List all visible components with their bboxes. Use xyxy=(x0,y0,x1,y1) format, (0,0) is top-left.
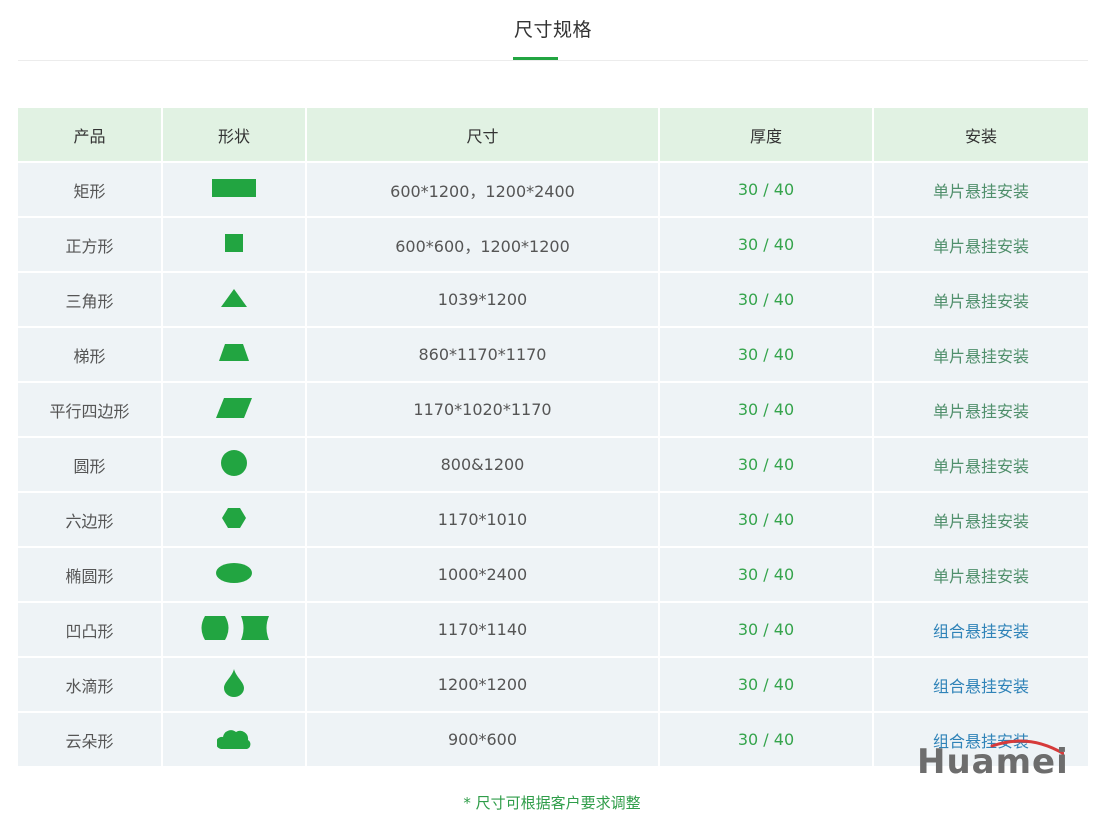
product-name: 矩形 xyxy=(18,162,163,218)
size-value: 1039*1200 xyxy=(306,272,660,328)
install-method: 单片悬挂安装 xyxy=(873,217,1088,273)
shape-cell xyxy=(162,602,307,658)
square-icon xyxy=(225,233,243,252)
install-method: 组合悬挂安装 xyxy=(873,712,1088,766)
page-title: 尺寸规格 xyxy=(513,19,592,41)
thickness-value: 30 / 40 xyxy=(659,492,874,548)
table-row: 梯形 860*1170*1170 30 / 40 单片悬挂安装 xyxy=(18,327,1088,383)
product-name: 水滴形 xyxy=(18,657,163,713)
product-name: 梯形 xyxy=(18,327,163,383)
size-value: 600*1200，1200*2400 xyxy=(306,162,660,218)
shape-cell xyxy=(162,272,307,328)
table-row: 三角形 1039*1200 30 / 40 单片悬挂安装 xyxy=(18,272,1088,328)
install-method: 组合悬挂安装 xyxy=(873,602,1088,658)
thickness-value: 30 / 40 xyxy=(659,602,874,658)
size-value: 1000*2400 xyxy=(306,547,660,603)
header-thickness: 厚度 xyxy=(659,108,874,163)
product-name: 六边形 xyxy=(18,492,163,548)
water-drop-icon xyxy=(224,668,244,697)
product-name: 圆形 xyxy=(18,437,163,493)
header-product: 产品 xyxy=(18,108,163,163)
shape-cell xyxy=(162,217,307,273)
table-row: 水滴形 1200*1200 30 / 40 组合悬挂安装 xyxy=(18,657,1088,713)
product-name: 三角形 xyxy=(18,272,163,328)
table-row: 椭圆形 1000*2400 30 / 40 单片悬挂安装 xyxy=(18,547,1088,603)
title-underline xyxy=(513,57,558,60)
size-value: 1200*1200 xyxy=(306,657,660,713)
concave-icon xyxy=(240,615,269,640)
parallelogram-icon xyxy=(216,397,252,418)
table-row: 正方形 600*600，1200*1200 30 / 40 单片悬挂安装 xyxy=(18,217,1088,273)
thickness-value: 30 / 40 xyxy=(659,327,874,383)
table-row: 矩形 600*1200，1200*2400 30 / 40 单片悬挂安装 xyxy=(18,162,1088,218)
ellipse-icon xyxy=(216,562,252,583)
install-method: 单片悬挂安装 xyxy=(873,272,1088,328)
size-value: 860*1170*1170 xyxy=(306,327,660,383)
thickness-value: 30 / 40 xyxy=(659,657,874,713)
shape-cell xyxy=(162,712,307,766)
install-method: 单片悬挂安装 xyxy=(873,492,1088,548)
table-row: 凹凸形 1170*1140 30 / 40 组合悬挂安装 xyxy=(18,602,1088,658)
thickness-value: 30 / 40 xyxy=(659,547,874,603)
header-shape: 形状 xyxy=(162,108,307,163)
size-spec-page: 尺寸规格 产品 形状 尺寸 厚度 安装 矩形 600*1200，1200*240… xyxy=(0,0,1104,824)
hexagon-icon xyxy=(222,507,246,528)
table-header: 产品 形状 尺寸 厚度 安装 xyxy=(18,108,1088,163)
header-size: 尺寸 xyxy=(306,108,660,163)
section-header: 尺寸规格 xyxy=(18,0,1088,61)
install-method: 单片悬挂安装 xyxy=(873,547,1088,603)
table-body: 矩形 600*1200，1200*2400 30 / 40 单片悬挂安装 正方形 xyxy=(18,162,1088,766)
thickness-value: 30 / 40 xyxy=(659,272,874,328)
shape-cell xyxy=(162,437,307,493)
shape-cell xyxy=(162,492,307,548)
header-install: 安装 xyxy=(873,108,1088,163)
thickness-value: 30 / 40 xyxy=(659,162,874,218)
table-row: 圆形 800&1200 30 / 40 单片悬挂安装 xyxy=(18,437,1088,493)
install-method: 单片悬挂安装 xyxy=(873,327,1088,383)
shape-cell xyxy=(162,162,307,218)
trapezoid-icon xyxy=(219,344,249,361)
cloud-icon xyxy=(217,729,251,749)
size-value: 800&1200 xyxy=(306,437,660,493)
size-value: 1170*1020*1170 xyxy=(306,382,660,438)
table-row: 平行四边形 1170*1020*1170 30 / 40 单片悬挂安装 xyxy=(18,382,1088,438)
table-header-row: 产品 形状 尺寸 厚度 安装 xyxy=(18,108,1088,163)
size-adjustment-note: * 尺寸可根据客户要求调整 xyxy=(463,794,641,812)
size-value: 1170*1010 xyxy=(306,492,660,548)
size-value: 600*600，1200*1200 xyxy=(306,217,660,273)
circle-icon xyxy=(221,449,247,476)
product-name: 正方形 xyxy=(18,217,163,273)
product-name: 平行四边形 xyxy=(18,382,163,438)
product-name: 云朵形 xyxy=(18,712,163,766)
product-name: 椭圆形 xyxy=(18,547,163,603)
table-row: 六边形 1170*1010 30 / 40 单片悬挂安装 xyxy=(18,492,1088,548)
thickness-value: 30 / 40 xyxy=(659,217,874,273)
size-spec-table: 产品 形状 尺寸 厚度 安装 矩形 600*1200，1200*2400 30 … xyxy=(18,108,1088,766)
table-row: 云朵形 900*600 30 / 40 组合悬挂安装 xyxy=(18,712,1088,766)
triangle-icon xyxy=(221,288,247,307)
shape-cell xyxy=(162,547,307,603)
thickness-value: 30 / 40 xyxy=(659,437,874,493)
shape-cell xyxy=(162,657,307,713)
install-method: 单片悬挂安装 xyxy=(873,437,1088,493)
install-method: 单片悬挂安装 xyxy=(873,162,1088,218)
convex-icon xyxy=(201,615,228,640)
size-value: 1170*1140 xyxy=(306,602,660,658)
shape-cell xyxy=(162,382,307,438)
thickness-value: 30 / 40 xyxy=(659,382,874,438)
thickness-value: 30 / 40 xyxy=(659,712,874,766)
install-method: 单片悬挂安装 xyxy=(873,382,1088,438)
shape-cell xyxy=(162,327,307,383)
size-value: 900*600 xyxy=(306,712,660,766)
product-name: 凹凸形 xyxy=(18,602,163,658)
rectangle-icon xyxy=(212,178,256,197)
install-method: 组合悬挂安装 xyxy=(873,657,1088,713)
